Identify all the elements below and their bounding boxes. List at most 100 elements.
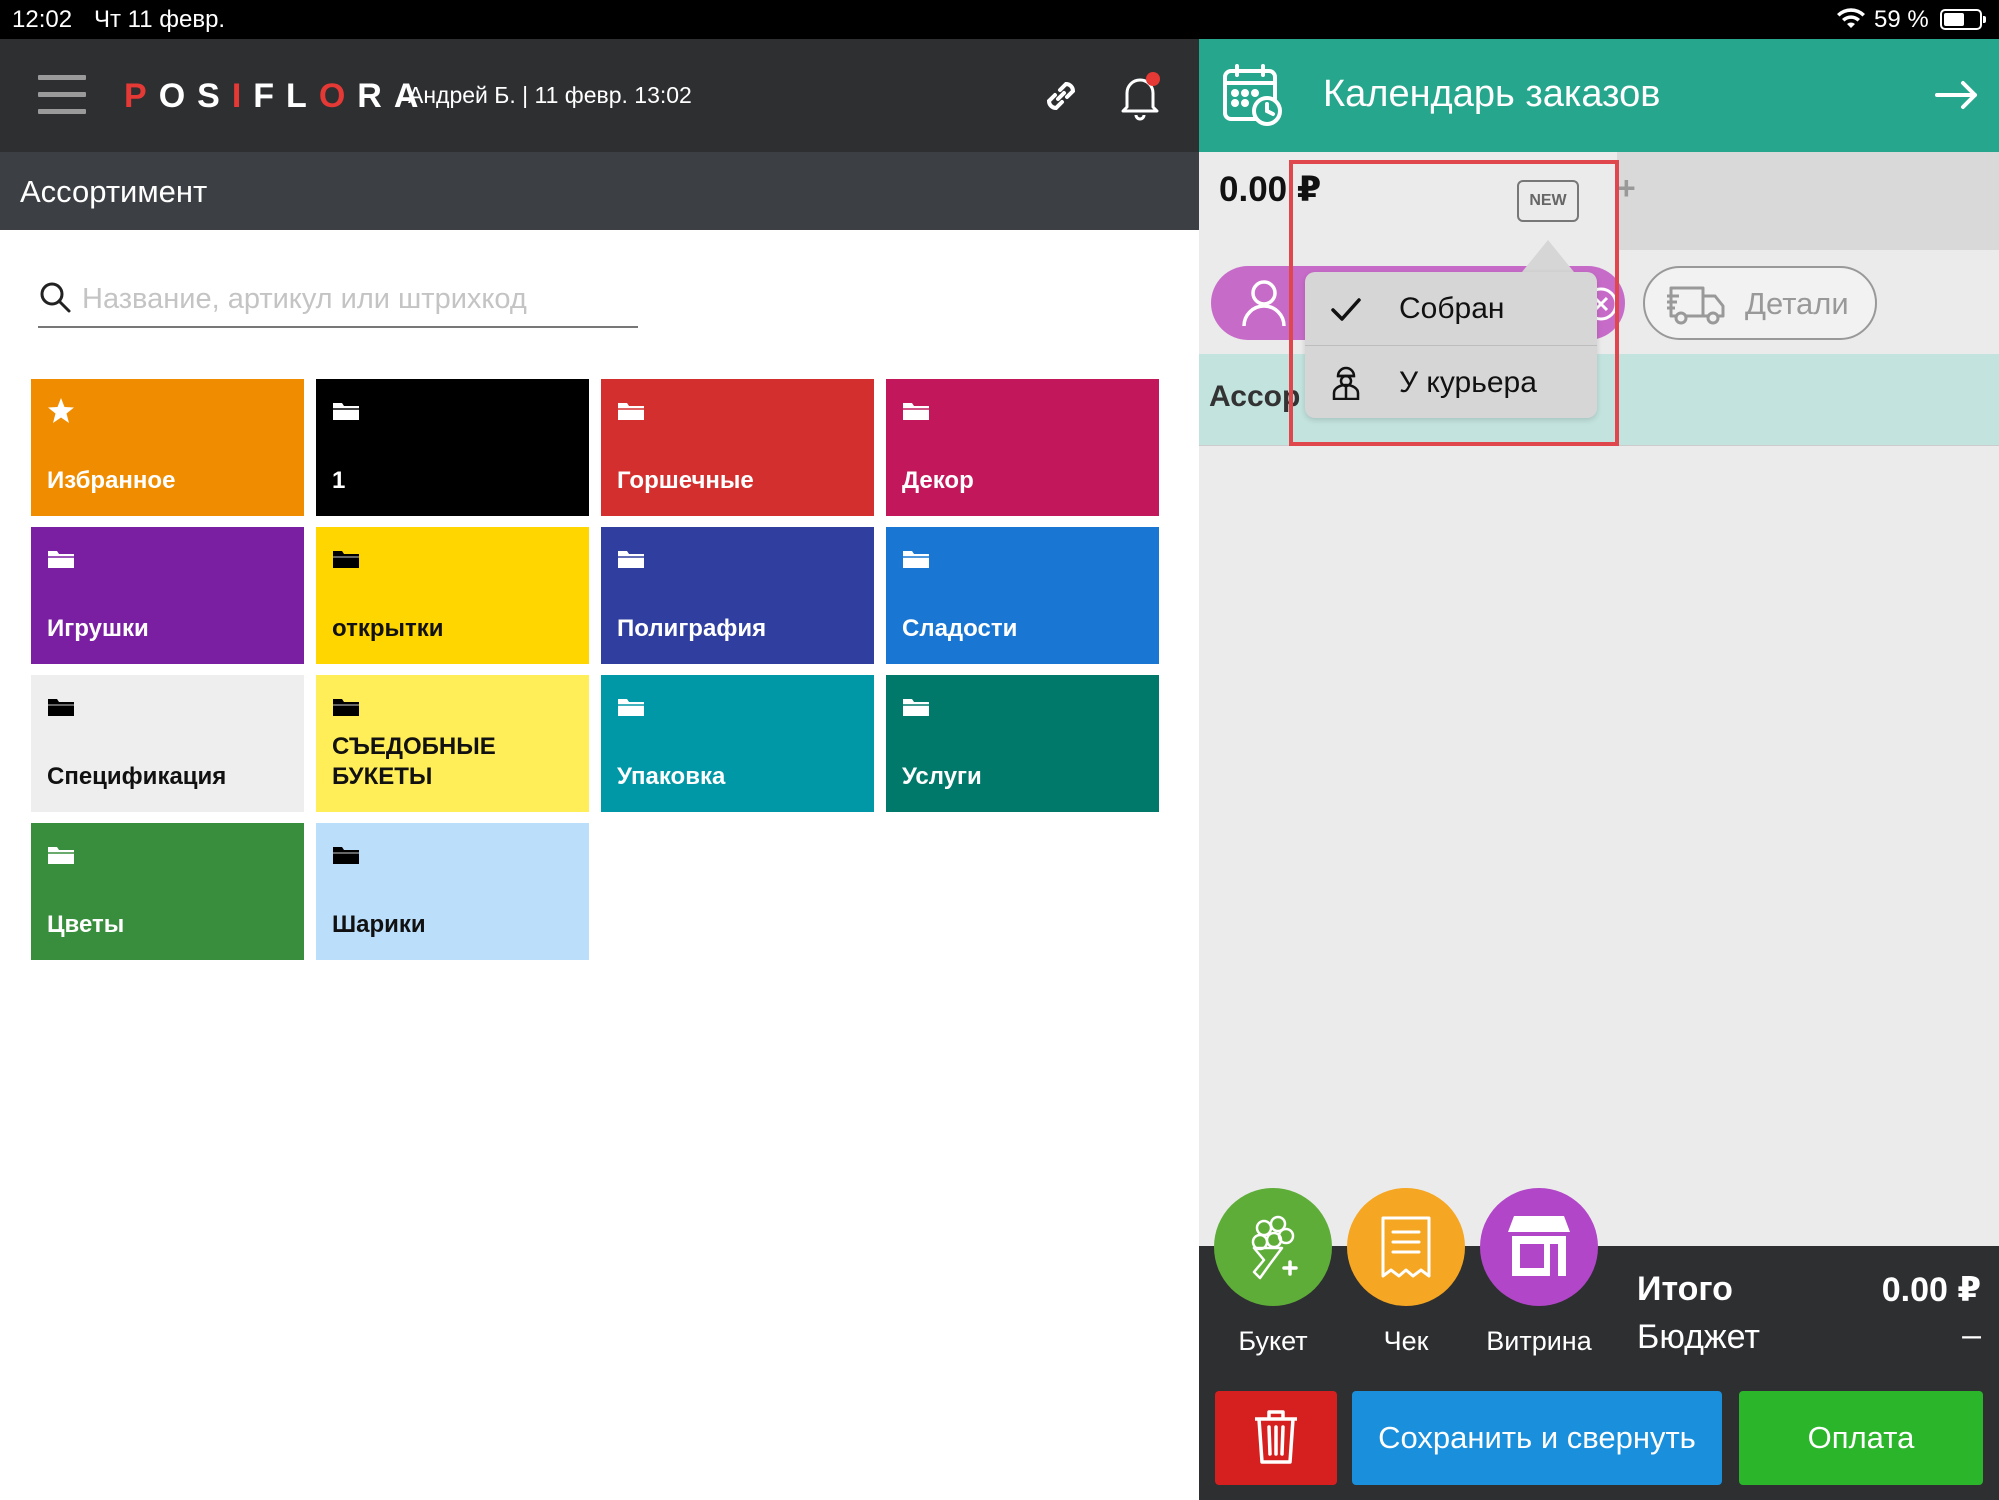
order-amount: 0.00 ₽ [1219,170,1322,209]
folder-icon [618,699,644,716]
category-tile[interactable]: Избранное [31,379,304,516]
order-panel-title: Календарь заказов [1323,73,1661,115]
search-bar [38,276,638,328]
popup-item-label: Собран [1399,292,1505,325]
category-label: Упаковка [617,763,726,790]
category-label: Сладости [902,615,1018,642]
category-tile[interactable]: Услуги [886,675,1159,812]
bell-icon[interactable] [1117,71,1163,121]
user-info: Андрей Б. | 11 февр. 13:02 [408,82,692,108]
category-label: Игрушки [47,615,149,642]
folder-icon [48,847,74,864]
search-input[interactable] [82,276,632,322]
courier-icon [1332,366,1360,400]
order-tabs: 0.00 ₽ NEW + [1199,152,1999,250]
status-time: 12:02 [12,6,73,33]
category-label: 1 [332,467,346,494]
budget-value: – [1962,1316,1981,1354]
receipt-label: Чек [1383,1326,1429,1356]
add-bouquet-button[interactable] [1214,1188,1332,1306]
bouquet-label: Букет [1238,1326,1308,1356]
order-panel-header: Календарь заказов [1199,39,1999,152]
category-label: Шарики [332,911,426,938]
folder-icon [903,403,929,420]
app-header: POSIFLORA Андрей Б. | 11 февр. 13:02 [0,39,1199,152]
category-tile[interactable]: Полиграфия [601,527,874,664]
category-tile[interactable]: 1 [316,379,589,516]
folder-icon [333,403,359,420]
arrow-right-icon[interactable] [1935,77,1979,113]
section-title: Ассортимент [20,174,208,209]
trash-icon [1255,1410,1297,1464]
folder-icon [903,699,929,716]
folder-icon [618,403,644,420]
showcase-button[interactable] [1480,1188,1598,1306]
battery-percent: 59 % [1874,6,1929,33]
total-label: Итого [1637,1270,1733,1308]
add-tab-button[interactable]: + [1617,170,1647,210]
folder-icon [333,551,359,568]
checkmark-icon [1331,298,1361,321]
calendar-icon[interactable] [1221,63,1285,127]
posiflora-logo: POSIFLORA [124,77,431,115]
receipt-icon [1381,1216,1431,1278]
folder-icon [903,551,929,568]
category-label: СЪЕДОБНЫЕ БУКЕТЫ [332,733,496,790]
category-label: открытки [332,615,444,642]
category-tile[interactable]: Упаковка [601,675,874,812]
folder-icon [333,847,359,864]
order-tab[interactable]: 0.00 ₽ NEW [1199,152,1617,250]
category-tile[interactable]: Горшечные [601,379,874,516]
category-label: Полиграфия [617,615,767,642]
popup-arrow [1522,240,1574,272]
category-tile[interactable]: Сладости [886,527,1159,664]
category-tile[interactable]: Декор [886,379,1159,516]
folder-icon [618,551,644,568]
hamburger-icon [38,75,86,80]
details-label: Детали [1745,286,1849,321]
folder-icon [333,699,359,716]
menu-button[interactable] [38,75,86,115]
status-badge-new[interactable]: NEW [1517,180,1579,222]
budget-label: Бюджет [1637,1318,1761,1356]
status-popup: Собран У курьера [1305,272,1597,418]
user-icon [1242,280,1286,327]
category-label: Декор [902,467,974,494]
link-icon[interactable] [1038,73,1084,119]
folder-icon [48,551,74,568]
category-tile[interactable]: Спецификация [31,675,304,812]
pay-button[interactable]: Оплата [1739,1391,1983,1485]
total-value: 0.00 ₽ [1881,1271,1981,1309]
category-label: Услуги [902,763,982,790]
battery-fill [1944,13,1964,26]
search-icon [40,282,71,313]
category-label: Спецификация [47,763,227,790]
category-tile[interactable]: СЪЕДОБНЫЕ БУКЕТЫ [316,675,589,812]
popup-item-label: У курьера [1399,366,1537,399]
delete-button[interactable] [1215,1391,1337,1485]
details-button[interactable]: Детали [1643,266,1877,340]
bouquet-icon [1251,1215,1298,1280]
battery-icon [1940,9,1986,30]
category-label: Горшечные [617,467,754,494]
category-tile[interactable]: Цветы [31,823,304,960]
category-tile[interactable]: Шарики [316,823,589,960]
notification-dot [1146,72,1160,86]
star-icon [48,398,74,423]
receipt-button[interactable] [1347,1188,1465,1306]
showcase-label: Витрина [1486,1326,1592,1356]
delivery-truck-icon [1667,286,1725,325]
popup-item-collected[interactable]: Собран [1305,272,1597,345]
status-bar: 12:02 Чт 11 февр. 59 % [0,0,1999,39]
status-date: Чт 11 февр. [94,6,226,33]
store-icon [1508,1216,1570,1276]
wifi-icon [1837,8,1865,28]
category-label: Избранное [47,467,176,494]
folder-icon [48,699,74,716]
assortment-label: Ассор [1209,380,1301,413]
category-tile[interactable]: открытки [316,527,589,664]
category-tile[interactable]: Игрушки [31,527,304,664]
save-and-minimize-button[interactable]: Сохранить и свернуть [1352,1391,1722,1485]
popup-item-courier[interactable]: У курьера [1305,346,1597,419]
section-bar: Ассортимент [0,152,1199,230]
